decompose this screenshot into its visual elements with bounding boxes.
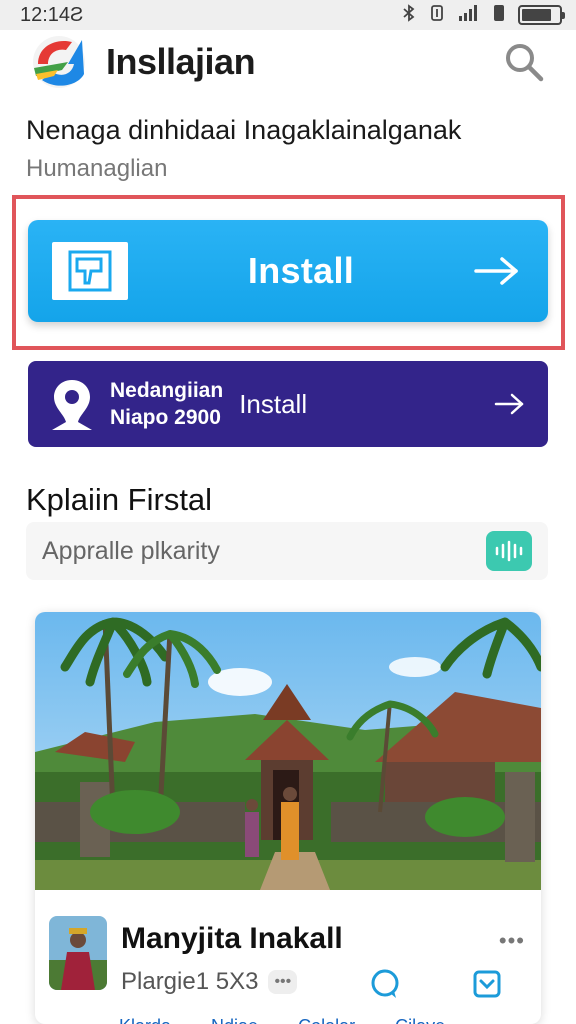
card-info: Manyjita Inakall Plargie1 5X3 ••• ••• Kl…	[35, 890, 541, 1024]
card-meta-text: Plargie1 5X3	[121, 968, 259, 995]
install-info: Nedangiian Niapo 2900	[110, 379, 223, 429]
status-time: 12:14Ƨ	[20, 3, 84, 26]
search-icon	[506, 44, 544, 82]
location-pin-icon	[52, 380, 92, 430]
search-input[interactable]	[42, 536, 486, 566]
install-label: Install	[239, 388, 308, 419]
download-box-icon	[473, 970, 501, 998]
card-tab[interactable]: Colalar	[298, 1016, 355, 1024]
status-bar: 12:14Ƨ	[0, 0, 576, 30]
meta-badge: •••	[268, 970, 298, 994]
search-bar	[26, 522, 548, 580]
app-logo-icon	[33, 36, 85, 88]
card-title: Manyjita Inakall	[121, 922, 343, 955]
headline: Nenaga dinhidaai Inagaklainalganak	[26, 115, 462, 145]
signal-icon	[458, 4, 480, 27]
app-header: Insllajian	[0, 30, 576, 94]
subline: Humanaglian	[26, 155, 168, 182]
bluetooth-icon	[402, 3, 416, 27]
battery-icon	[518, 5, 565, 25]
install-info-line2: Niapo 2900	[110, 406, 221, 429]
card-tab[interactable]: Klarda	[119, 1016, 171, 1024]
temple-scene-image	[35, 612, 541, 890]
arrow-right-icon	[494, 393, 524, 415]
download-button[interactable]	[467, 964, 507, 1004]
vibrate-icon	[428, 4, 446, 27]
app-icon	[52, 242, 128, 300]
app-title: Insllajian	[106, 41, 256, 82]
install-button-secondary[interactable]: Nedangiian Niapo 2900 Install	[28, 361, 548, 447]
arrow-right-icon	[474, 257, 518, 285]
install-label: Install	[247, 250, 355, 291]
sim-icon	[492, 4, 506, 27]
card-meta: Plargie1 5X3 •••	[121, 968, 298, 996]
card-tabs: Klarda Ndiae Colalar Cilave	[119, 1016, 445, 1024]
chat-bubble-icon	[371, 969, 399, 998]
voice-search-button[interactable]	[486, 531, 532, 571]
card-tab[interactable]: Cilave	[395, 1016, 445, 1024]
section-title: Kplaiin Firstal	[26, 482, 213, 517]
app-card[interactable]: Manyjita Inakall Plargie1 5X3 ••• ••• Kl…	[35, 612, 541, 1024]
app-thumbnail	[49, 916, 107, 990]
card-tab[interactable]: Ndiae	[211, 1016, 258, 1024]
install-button-primary[interactable]: Install	[28, 220, 548, 322]
search-button[interactable]	[500, 38, 548, 86]
status-icons	[402, 3, 565, 27]
chat-button[interactable]	[365, 964, 405, 1004]
more-options-button[interactable]: •••	[499, 928, 525, 954]
install-info-line1: Nedangiian	[110, 378, 224, 402]
waveform-icon	[495, 540, 523, 562]
